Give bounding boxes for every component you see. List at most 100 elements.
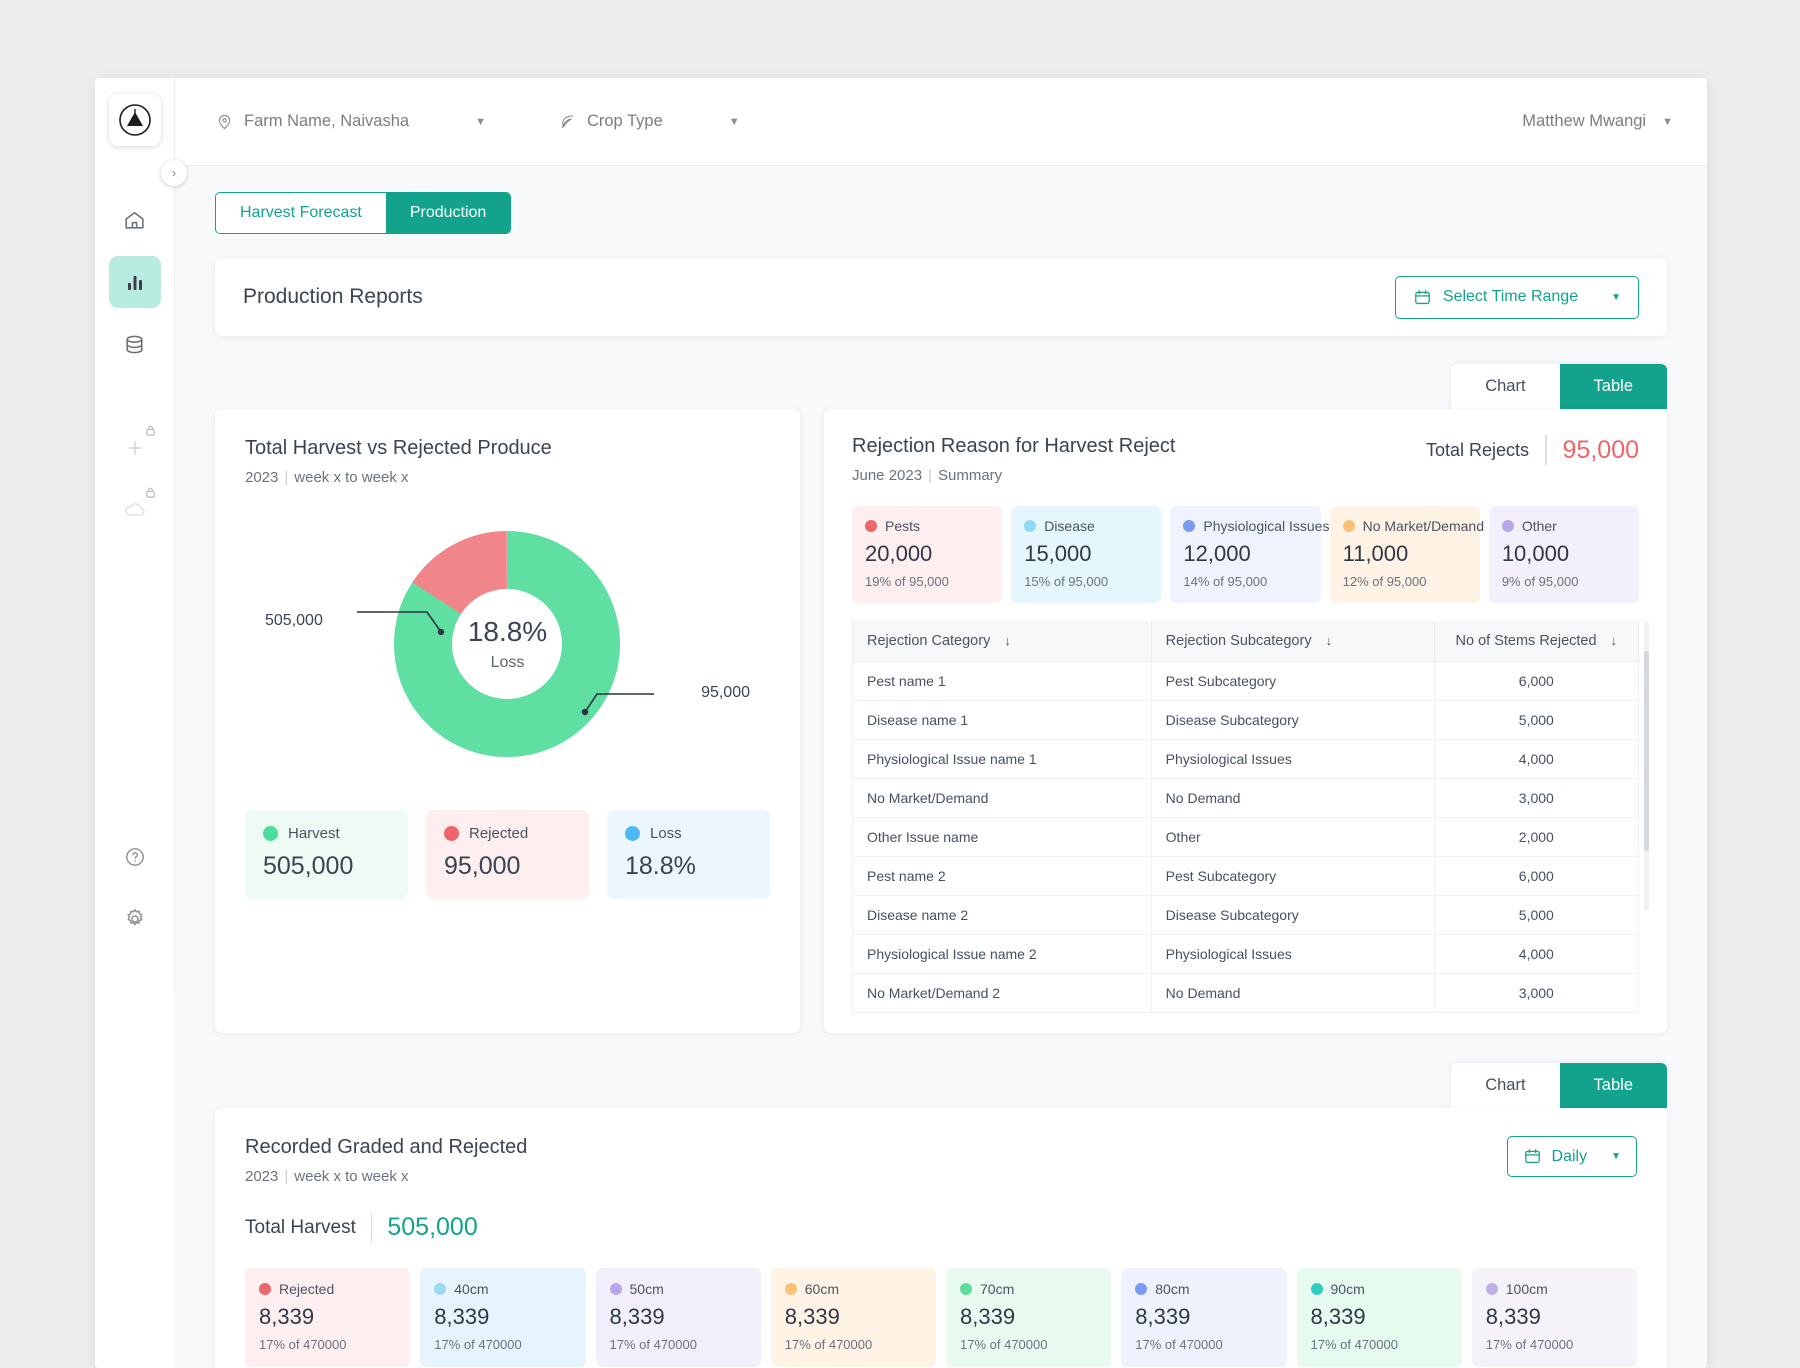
sidebar-item-home[interactable] [109, 194, 161, 246]
donut-panel-title: Total Harvest vs Rejected Produce [245, 437, 770, 460]
stat-head: Other [1502, 518, 1626, 534]
col-rejection-subcategory[interactable]: Rejection Subcategory ↓ [1151, 621, 1434, 662]
table-row[interactable]: No Market/Demand 2 No Demand 3,000 [853, 974, 1639, 1013]
legend-dot-icon [625, 826, 640, 841]
cell-category: No Market/Demand [853, 779, 1152, 818]
donut-legend: Harvest 505,000 Rejected 95,000 [245, 810, 770, 899]
table-scrollbar[interactable] [1644, 651, 1649, 851]
grade-panel-title: Recorded Graded and Rejected [245, 1136, 527, 1159]
legend-value: 18.8% [625, 852, 752, 881]
stat-label: Rejected [279, 1281, 334, 1297]
stat-card-disease: Disease 15,000 15% of 95,000 [1011, 506, 1161, 603]
table-header-row: Rejection Category ↓ Rejection Subcatego… [853, 621, 1639, 662]
period-selector-label: Daily [1552, 1148, 1588, 1166]
stat-head: 40cm [434, 1281, 571, 1297]
rejection-stat-cards: Pests 20,000 19% of 95,000 Disease 15,00… [852, 506, 1639, 603]
cell-category: Disease name 2 [853, 896, 1152, 935]
sidebar-item-analytics[interactable] [109, 256, 161, 308]
sort-arrow-icon: ↓ [1611, 633, 1618, 648]
user-name: Matthew Mwangi [1522, 112, 1646, 131]
table-row[interactable]: Disease name 1 Disease Subcategory 5,000 [853, 701, 1639, 740]
farm-selector[interactable]: Farm Name, Naivasha ▼ [215, 112, 486, 131]
bar-chart-icon [123, 270, 147, 294]
donut-subtitle-year: 2023 [245, 469, 278, 486]
cell-stems: 2,000 [1434, 818, 1638, 857]
stat-label: Disease [1044, 518, 1095, 534]
col-stems-rejected[interactable]: No of Stems Rejected ↓ [1434, 621, 1638, 662]
stat-value: 8,339 [259, 1304, 396, 1330]
sidebar-item-help[interactable] [109, 831, 161, 883]
app-logo[interactable] [109, 94, 161, 146]
stat-head: 90cm [1311, 1281, 1448, 1297]
stat-label: 70cm [980, 1281, 1014, 1297]
toggle-chart-bottom[interactable]: Chart [1451, 1063, 1559, 1108]
crop-type-selector[interactable]: Crop Type ▼ [558, 112, 740, 131]
grade-stat-70cm: 70cm 8,339 17% of 470000 [946, 1268, 1111, 1367]
cell-stems: 6,000 [1434, 662, 1638, 701]
main-area: Farm Name, Naivasha ▼ Crop Type ▼ Matthe… [175, 78, 1707, 1368]
stat-value: 12,000 [1183, 541, 1307, 567]
table-row[interactable]: Physiological Issue name 2 Physiological… [853, 935, 1639, 974]
total-harvest-label: Total Harvest [245, 1217, 356, 1239]
lock-icon [144, 486, 157, 504]
stat-sub: 14% of 95,000 [1183, 574, 1307, 589]
cell-subcategory: No Demand [1151, 779, 1434, 818]
rejection-table: Rejection Category ↓ Rejection Subcatego… [852, 621, 1639, 1013]
period-selector-button[interactable]: Daily ▼ [1507, 1136, 1637, 1177]
grade-stat-rejected: Rejected 8,339 17% of 470000 [245, 1268, 410, 1367]
cell-category: Pest name 2 [853, 857, 1152, 896]
toggle-chart-top[interactable]: Chart [1451, 364, 1559, 409]
sidebar-item-add-locked[interactable] [109, 422, 161, 474]
stat-head: Disease [1024, 518, 1148, 534]
recorded-graded-rejected-panel: Recorded Graded and Rejected 2023|week x… [215, 1108, 1667, 1368]
table-row[interactable]: Other Issue name Other 2,000 [853, 818, 1639, 857]
donut-panel-subtitle: 2023|week x to week x [245, 469, 770, 486]
sidebar-expand-handle[interactable]: › [161, 160, 187, 186]
cell-category: Pest name 1 [853, 662, 1152, 701]
sort-arrow-icon: ↓ [1326, 633, 1333, 648]
content-area: Harvest Forecast Production Production R… [175, 166, 1707, 1368]
stat-head: Pests [865, 518, 989, 534]
stat-dot-icon [785, 1283, 797, 1295]
chevron-down-icon: ▼ [1611, 1151, 1621, 1162]
col-rejection-category[interactable]: Rejection Category ↓ [853, 621, 1152, 662]
cell-subcategory: Disease Subcategory [1151, 896, 1434, 935]
stat-head: Rejected [259, 1281, 396, 1297]
grade-stat-100cm: 100cm 8,339 17% of 470000 [1472, 1268, 1637, 1367]
stat-label: 40cm [454, 1281, 488, 1297]
stat-dot-icon [1024, 520, 1036, 532]
stat-dot-icon [1343, 520, 1355, 532]
table-row[interactable]: No Market/Demand No Demand 3,000 [853, 779, 1639, 818]
stat-dot-icon [865, 520, 877, 532]
stat-value: 8,339 [1135, 1304, 1272, 1330]
stat-dot-icon [610, 1283, 622, 1295]
stat-label: 60cm [805, 1281, 839, 1297]
sidebar-item-database[interactable] [109, 318, 161, 370]
tab-harvest-forecast[interactable]: Harvest Forecast [216, 193, 386, 233]
grade-panel-subtitle: 2023|week x to week x [245, 1168, 527, 1185]
stat-head: 60cm [785, 1281, 922, 1297]
donut-center-label: 18.8% Loss [468, 616, 547, 672]
total-rejects: Total Rejects 95,000 [1426, 435, 1639, 465]
cell-subcategory: Pest Subcategory [1151, 662, 1434, 701]
sidebar-item-settings[interactable] [109, 893, 161, 945]
calendar-icon [1523, 1147, 1542, 1166]
select-time-range-button[interactable]: Select Time Range ▼ [1395, 276, 1639, 319]
sidebar-item-cloud-locked[interactable] [109, 484, 161, 536]
cell-stems: 3,000 [1434, 779, 1638, 818]
stat-card-physiological-issues: Physiological Issues 12,000 14% of 95,00… [1170, 506, 1320, 603]
table-row[interactable]: Physiological Issue name 1 Physiological… [853, 740, 1639, 779]
toggle-table-top[interactable]: Table [1560, 364, 1667, 409]
user-menu[interactable]: Matthew Mwangi ▼ [1522, 112, 1673, 131]
grade-subtitle-range: week x to week x [294, 1168, 408, 1185]
toggle-table-bottom[interactable]: Table [1560, 1063, 1667, 1108]
table-row[interactable]: Pest name 1 Pest Subcategory 6,000 [853, 662, 1639, 701]
table-row[interactable]: Pest name 2 Pest Subcategory 6,000 [853, 857, 1639, 896]
table-row[interactable]: Disease name 2 Disease Subcategory 5,000 [853, 896, 1639, 935]
grade-panel-header: Recorded Graded and Rejected 2023|week x… [245, 1136, 1637, 1185]
chevron-down-icon: ▼ [475, 116, 486, 128]
grade-stat-40cm: 40cm 8,339 17% of 470000 [420, 1268, 585, 1367]
donut-center-sublabel: Loss [468, 654, 547, 672]
tab-production[interactable]: Production [386, 193, 511, 233]
cell-stems: 3,000 [1434, 974, 1638, 1013]
